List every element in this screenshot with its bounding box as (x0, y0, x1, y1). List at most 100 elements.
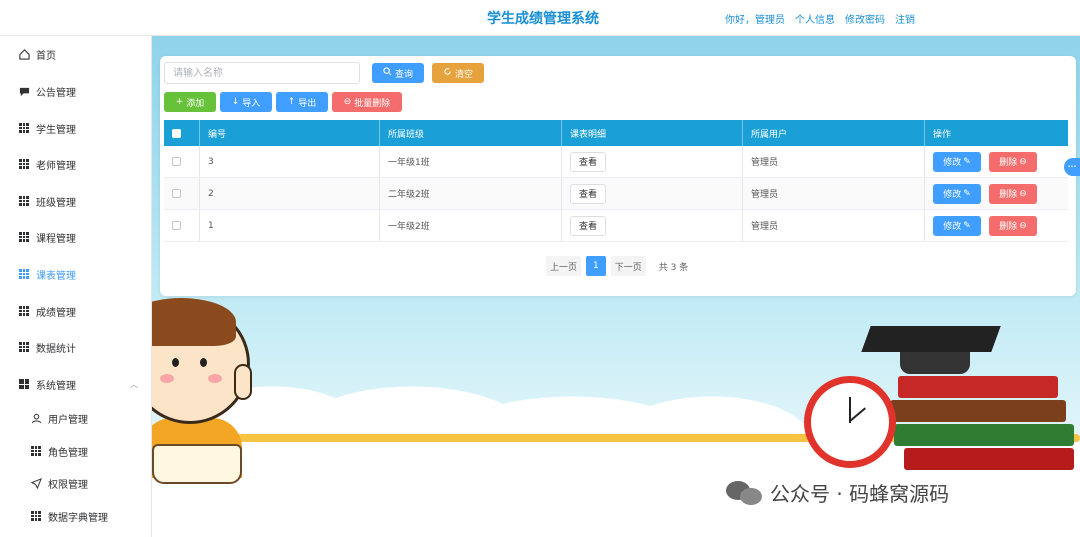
view-detail-button[interactable]: 查看 (570, 183, 607, 204)
sidebar-item-label: 学生管理 (36, 124, 76, 136)
page-number-current[interactable]: 1 (586, 256, 606, 276)
export-button[interactable]: ↑ 导出 (276, 92, 328, 112)
column-header: 所属班级 (380, 120, 562, 146)
search-icon (383, 67, 392, 79)
logout-link[interactable]: 注销 (895, 11, 915, 26)
add-button[interactable]: + 添加 (164, 92, 216, 112)
table-row: 1 一年级2班 查看 管理员 修改 ✎ 删除 ⊖ (164, 210, 1068, 242)
sidebar-item-students[interactable]: 学生管理 (0, 114, 152, 142)
sidebar-item-grades[interactable]: 成绩管理 (0, 297, 152, 325)
clear-button-label: 清空 (454, 69, 473, 80)
class-cell: 一年级1班 (380, 146, 562, 177)
sidebar-item-schedule[interactable]: 课表管理 (0, 260, 152, 288)
user-cell: 管理员 (743, 178, 925, 209)
delete-button[interactable]: 删除 ⊖ (989, 151, 1037, 172)
edit-icon: ✎ (963, 156, 971, 167)
delete-button[interactable]: 删除 ⊖ (989, 215, 1037, 236)
open-book-illustration (152, 444, 242, 484)
minus-circle-icon: ⊖ (1019, 220, 1027, 231)
row-select-cell (164, 210, 200, 241)
app-title: 学生成绩管理系统 (487, 11, 599, 27)
row-checkbox[interactable] (172, 189, 181, 198)
sidebar-item-home[interactable]: 首页 (0, 40, 152, 68)
table-row: 2 二年级2班 查看 管理员 修改 ✎ 删除 ⊖ (164, 178, 1068, 210)
select-all-cell (164, 120, 200, 146)
edit-icon: ✎ (963, 188, 971, 199)
boy-eye (172, 358, 179, 367)
view-detail-button[interactable]: 查看 (570, 215, 607, 236)
wechat-icon (726, 480, 762, 505)
minus-circle-icon: ⊖ (1019, 156, 1027, 167)
book-illustration (898, 376, 1058, 398)
import-button-label: 导入 (242, 98, 261, 109)
delete-button[interactable]: 删除 ⊖ (989, 183, 1037, 204)
select-all-checkbox[interactable] (172, 128, 181, 138)
sidebar-item-statistics[interactable]: 数据统计 (0, 333, 152, 361)
sidebar-item-label: 班级管理 (36, 197, 76, 209)
edit-button[interactable]: 修改 ✎ (933, 183, 981, 204)
sidebar-item-system[interactable]: 系统管理 ︿ (0, 370, 152, 398)
arrow-up-icon: ↑ (287, 97, 296, 107)
sidebar-item-teachers[interactable]: 老师管理 (0, 150, 152, 178)
delete-button-label: 删除 (999, 222, 1018, 232)
home-icon (18, 48, 30, 60)
sidebar-item-permissions[interactable]: 权限管理 (0, 469, 152, 497)
profile-link[interactable]: 个人信息 (795, 11, 835, 26)
sidebar-item-label: 老师管理 (36, 160, 76, 172)
grid-icon (18, 158, 30, 170)
edit-button[interactable]: 修改 ✎ (933, 215, 981, 236)
query-button-label: 查询 (394, 69, 413, 80)
sidebar-item-users[interactable]: 用户管理 (0, 404, 152, 432)
grid-icon (18, 305, 30, 317)
grid-icon (18, 268, 30, 280)
sidebar-item-label: 数据统计 (36, 343, 76, 355)
clear-button[interactable]: 清空 (432, 63, 484, 83)
sidebar-item-roles[interactable]: 角色管理 (0, 437, 152, 465)
total-count: 共 3 条 (658, 262, 689, 273)
schedule-table: 编号 所属班级 课表明细 所属用户 操作 3 一年级1班 查看 管理员 修改 ✎ … (164, 120, 1068, 242)
sidebar-item-notice[interactable]: 公告管理 (0, 77, 152, 105)
sidebar-item-label: 首页 (36, 50, 56, 62)
class-cell: 一年级2班 (380, 210, 562, 241)
edit-button-label: 修改 (943, 190, 962, 200)
query-button[interactable]: 查询 (372, 63, 424, 83)
change-password-link[interactable]: 修改密码 (845, 11, 885, 26)
send-icon (30, 477, 42, 489)
row-checkbox[interactable] (172, 157, 181, 166)
top-header: 学生成绩管理系统 你好，管理员 个人信息 修改密码 注销 (0, 0, 1080, 36)
import-button[interactable]: ↓ 导入 (220, 92, 272, 112)
sidebar-item-courses[interactable]: 课程管理 (0, 223, 152, 251)
name-search-input[interactable] (164, 62, 360, 84)
edit-button-label: 修改 (943, 158, 962, 168)
sidebar-item-label: 数据字典管理 (48, 512, 108, 524)
prev-page-button[interactable]: 上一页 (546, 256, 582, 276)
content-panel: 查询 清空 + 添加 ↓ 导入 ↑ 导出 ⊖ 批量删除 编号 (160, 56, 1076, 296)
table-row: 3 一年级1班 查看 管理员 修改 ✎ 删除 ⊖ (164, 146, 1068, 178)
watermark-text: 公众号 · 码蜂窝源码 (770, 482, 950, 506)
sidebar-item-classes[interactable]: 班级管理 (0, 187, 152, 215)
boy-hand-illustration (234, 364, 252, 400)
edit-button-label: 修改 (943, 222, 962, 232)
arrow-down-icon: ↓ (231, 97, 240, 107)
header-links: 你好，管理员 个人信息 修改密码 注销 (725, 11, 915, 26)
watermark: 公众号 · 码蜂窝源码 (726, 478, 949, 507)
sidebar-item-dictionary[interactable]: 数据字典管理 (0, 502, 152, 530)
sidebar-item-label: 课程管理 (36, 233, 76, 245)
floating-tab[interactable]: ••• (1064, 158, 1080, 176)
column-header: 操作 (933, 129, 952, 140)
chevron-up-icon[interactable]: ︿ (130, 379, 138, 390)
minus-circle-icon: ⊖ (1019, 188, 1027, 199)
view-detail-button[interactable]: 查看 (570, 151, 607, 172)
export-button-label: 导出 (298, 98, 317, 109)
row-checkbox[interactable] (172, 221, 181, 230)
id-cell: 2 (200, 178, 380, 209)
next-page-button[interactable]: 下一页 (610, 256, 646, 276)
actions-cell: 修改 ✎ 删除 ⊖ (925, 178, 1068, 209)
edit-button[interactable]: 修改 ✎ (933, 151, 981, 172)
sidebar: 首页 公告管理 学生管理 老师管理 班级管理 课程管理 课表管理 成绩管理 数据… (0, 36, 152, 537)
table-header: 编号 所属班级 课表明细 所属用户 操作 (164, 120, 1068, 146)
batch-delete-button[interactable]: ⊖ 批量删除 (332, 92, 402, 112)
column-header: 课表明细 (562, 120, 743, 146)
grid-icon (18, 341, 30, 353)
boy-cheek (160, 374, 174, 383)
